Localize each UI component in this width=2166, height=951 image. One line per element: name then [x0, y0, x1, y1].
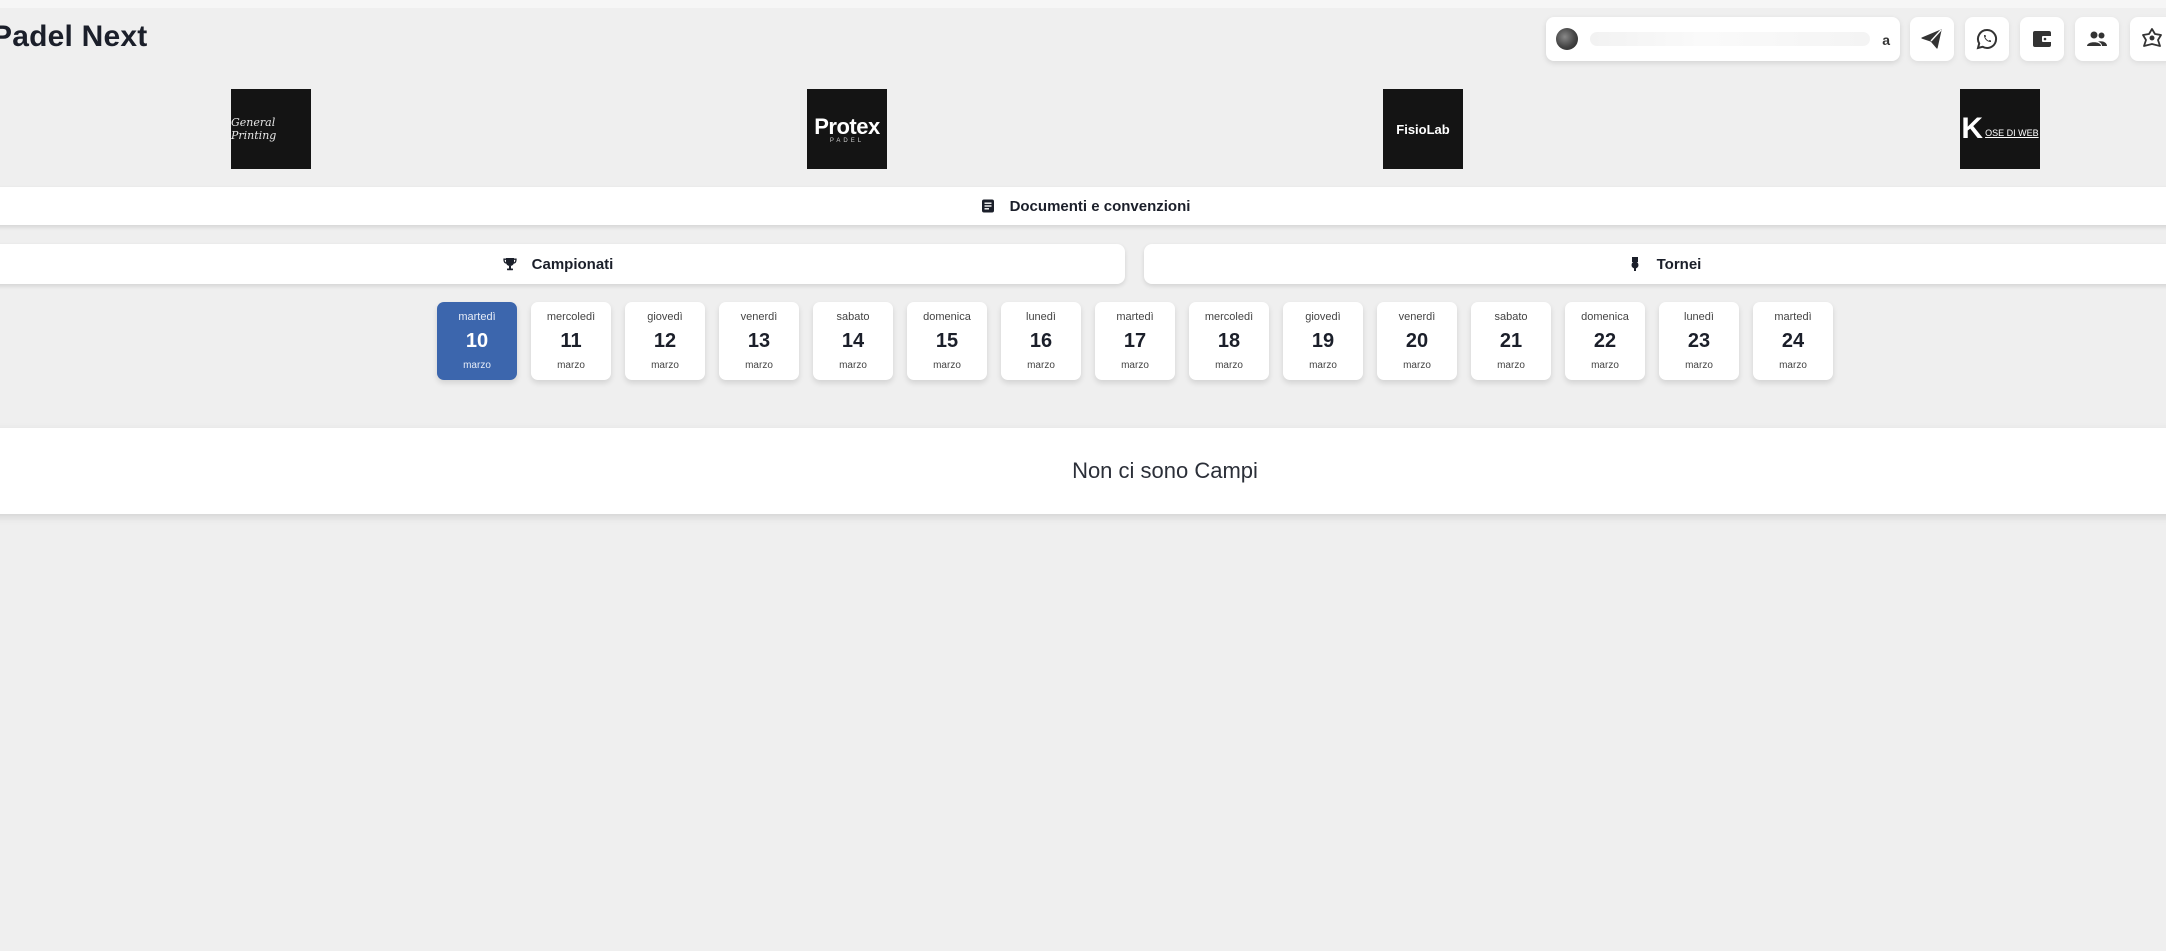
date-card[interactable]: sabato 14 marzo: [813, 302, 893, 380]
date-weekday: mercoledì: [1204, 311, 1254, 323]
date-weekday: giovedì: [647, 311, 683, 323]
championships-button[interactable]: Campionati: [0, 244, 1125, 284]
sponsor-logo-fisiolab[interactable]: FisioLab: [1383, 89, 1463, 169]
date-month: marzo: [839, 360, 867, 371]
date-month: marzo: [557, 360, 585, 371]
date-day: 21: [1499, 330, 1523, 352]
fields-empty-panel: Non ci sono Campi: [0, 428, 2166, 514]
documents-label: Documenti e convenzioni: [1009, 197, 1191, 215]
date-weekday: mercoledì: [546, 311, 596, 323]
date-month: marzo: [463, 360, 491, 371]
date-month: marzo: [1685, 360, 1713, 371]
sponsor-name: OSE DI WEB: [1985, 128, 2039, 138]
date-weekday: giovedì: [1305, 311, 1341, 323]
user-name-redacted: [1590, 32, 1870, 46]
sponsor-logo-protex[interactable]: Protex PADEL: [807, 89, 887, 169]
date-month: marzo: [1497, 360, 1525, 371]
sponsor-name: General Printing: [231, 116, 277, 142]
date-selector: martedì 10 marzo mercoledì 11 marzo giov…: [437, 302, 1833, 380]
date-month: marzo: [933, 360, 961, 371]
date-day: 16: [1029, 330, 1053, 352]
date-day: 17: [1123, 330, 1147, 352]
sponsor-logo-kose-di-web[interactable]: K OSE DI WEB: [1960, 89, 2040, 169]
whatsapp-icon: [1976, 28, 1998, 50]
date-card[interactable]: lunedì 23 marzo: [1659, 302, 1739, 380]
date-month: marzo: [1403, 360, 1431, 371]
date-month: marzo: [1779, 360, 1807, 371]
date-day: 10: [465, 330, 489, 352]
date-card-selected[interactable]: martedì 10 marzo: [437, 302, 517, 380]
date-weekday: martedì: [1774, 311, 1812, 323]
date-weekday: sabato: [1494, 311, 1528, 323]
trophy-icon: [503, 258, 517, 271]
date-month: marzo: [1027, 360, 1055, 371]
tournaments-label: Tornei: [1656, 255, 1702, 273]
date-card[interactable]: mercoledì 18 marzo: [1189, 302, 1269, 380]
date-day: 14: [841, 330, 865, 352]
sponsor-mark: K: [1961, 112, 1984, 145]
user-account-box[interactable]: a: [1546, 17, 1900, 61]
date-month: marzo: [1591, 360, 1619, 371]
sponsor-name: FisioLab: [1396, 121, 1450, 137]
date-card[interactable]: giovedì 12 marzo: [625, 302, 705, 380]
top-strip: [0, 0, 2166, 8]
settings-icon: [2142, 28, 2162, 47]
date-day: 22: [1593, 330, 1617, 352]
date-month: marzo: [1215, 360, 1243, 371]
date-weekday: sabato: [836, 311, 870, 323]
date-weekday: martedì: [458, 311, 496, 323]
date-card[interactable]: venerdì 13 marzo: [719, 302, 799, 380]
send-icon: [1921, 29, 1942, 49]
date-card[interactable]: sabato 21 marzo: [1471, 302, 1551, 380]
date-weekday: lunedì: [1684, 311, 1714, 323]
date-card[interactable]: lunedì 16 marzo: [1001, 302, 1081, 380]
date-day: 19: [1311, 330, 1335, 352]
date-weekday: lunedì: [1026, 311, 1056, 323]
avatar: [1556, 28, 1578, 50]
date-card[interactable]: martedì 24 marzo: [1753, 302, 1833, 380]
documents-button[interactable]: Documenti e convenzioni: [0, 187, 2166, 225]
app-title: Padel Next: [0, 20, 148, 53]
date-day: 18: [1217, 330, 1241, 352]
date-day: 24: [1781, 330, 1805, 352]
date-day: 13: [747, 330, 771, 352]
date-weekday: martedì: [1116, 311, 1154, 323]
sponsor-subtitle: PADEL: [829, 138, 865, 144]
document-icon: [981, 199, 994, 213]
whatsapp-button[interactable]: [1965, 17, 2009, 61]
date-card[interactable]: mercoledì 11 marzo: [531, 302, 611, 380]
date-card[interactable]: giovedì 19 marzo: [1283, 302, 1363, 380]
date-day: 12: [653, 330, 677, 352]
tournaments-button[interactable]: Tornei: [1144, 244, 2166, 284]
date-weekday: venerdì: [740, 311, 778, 323]
date-weekday: domenica: [1581, 311, 1629, 323]
user-name-suffix: a: [1882, 32, 1890, 48]
sponsor-name: Protex: [814, 114, 880, 139]
date-card[interactable]: venerdì 20 marzo: [1377, 302, 1457, 380]
date-day: 23: [1687, 330, 1711, 352]
empty-message: Non ci sono Campi: [1072, 458, 1258, 483]
date-weekday: venerdì: [1398, 311, 1436, 323]
date-month: marzo: [1309, 360, 1337, 371]
settings-button[interactable]: [2130, 17, 2166, 61]
wallet-button[interactable]: [2020, 17, 2064, 61]
users-button[interactable]: [2075, 17, 2119, 61]
medal-icon: [1631, 257, 1639, 271]
date-month: marzo: [745, 360, 773, 371]
sponsor-logo-general-printing[interactable]: General Printing: [231, 89, 311, 169]
send-button[interactable]: [1910, 17, 1954, 61]
date-month: marzo: [651, 360, 679, 371]
date-month: marzo: [1121, 360, 1149, 371]
date-day: 11: [560, 330, 582, 352]
sponsor-wordmark: K OSE DI WEB: [1961, 112, 2038, 146]
wallet-icon: [2033, 31, 2052, 47]
date-card[interactable]: domenica 15 marzo: [907, 302, 987, 380]
date-weekday: domenica: [923, 311, 971, 323]
users-icon: [2087, 31, 2107, 46]
date-card[interactable]: martedì 17 marzo: [1095, 302, 1175, 380]
date-card[interactable]: domenica 22 marzo: [1565, 302, 1645, 380]
date-day: 15: [935, 330, 959, 352]
championships-label: Campionati: [531, 255, 614, 273]
date-day: 20: [1405, 330, 1429, 352]
